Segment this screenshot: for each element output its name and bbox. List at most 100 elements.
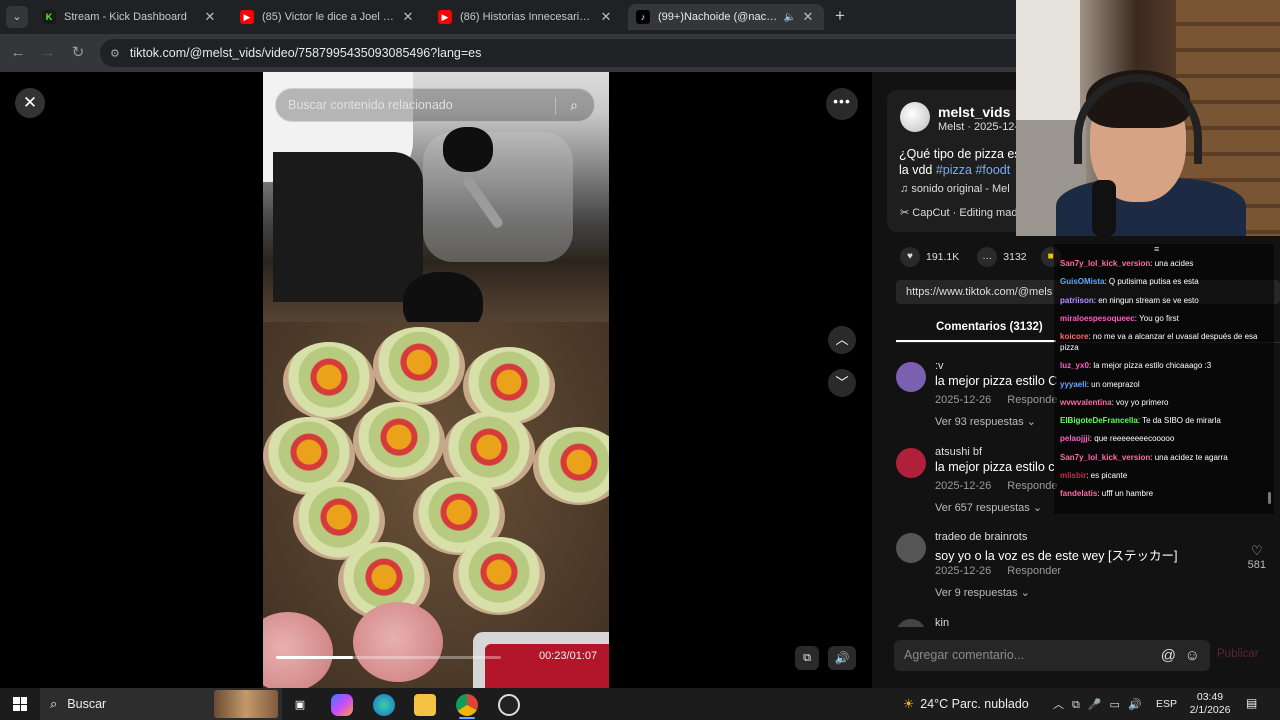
chat-username[interactable]: ElBigoteDeFrancella xyxy=(1060,416,1138,425)
chat-username[interactable]: mlisbir xyxy=(1060,471,1086,480)
tab-close-icon[interactable]: ✕ xyxy=(800,9,816,25)
chrome-icon[interactable] xyxy=(456,694,478,716)
more-options-button[interactable]: ••• xyxy=(826,88,858,120)
video-player[interactable] xyxy=(263,72,609,688)
chat-message: San7y_lol_kick_version: una acidez te ag… xyxy=(1060,452,1270,463)
close-video-button[interactable]: ✕ xyxy=(15,88,45,118)
commenter-name[interactable]: tradeo de brainrots xyxy=(935,531,1027,543)
chat-message: San7y_lol_kick_version: una acides xyxy=(1060,258,1270,269)
sound-name: sonido original - Mel xyxy=(911,183,1010,195)
chat-username[interactable]: fandelatis xyxy=(1060,489,1097,498)
tab-close-icon[interactable]: ✕ xyxy=(202,9,218,25)
chat-message: miraloespesoqueeс: You go first xyxy=(1060,313,1270,324)
windows-taskbar: ⌕ Buscar ▣ ☀ 24°C Parc. nublado ︿⧉🎤▭🔊 ESP… xyxy=(0,688,1280,720)
clock-time: 03:49 xyxy=(1196,691,1224,703)
chat-username[interactable]: San7y_lol_kick_version xyxy=(1060,453,1150,462)
reply-button[interactable]: Responde xyxy=(1007,480,1057,492)
edge-icon[interactable] xyxy=(373,694,395,716)
task-view-icon[interactable]: ▣ xyxy=(289,694,311,716)
copilot-icon[interactable] xyxy=(331,694,353,716)
youtube-icon: ▶ xyxy=(438,10,452,24)
volume-icon[interactable]: 🔊 xyxy=(828,646,856,670)
comment-date: 2025-12-26 xyxy=(935,480,992,492)
tab-youtube-2[interactable]: ▶ (86) Historias Innecesarias: VIH ✕ xyxy=(430,4,622,30)
picture-in-picture-icon[interactable]: ⧉ xyxy=(795,646,819,670)
comment-text: la mejor pizza estilo C xyxy=(935,374,1058,388)
capcut-link[interactable]: ✂ CapCut · Editing made xyxy=(900,206,1024,219)
url-text: tiktok.com/@melst_vids/video/75879954350… xyxy=(129,46,482,60)
commenter-avatar[interactable] xyxy=(896,448,926,478)
search-divider xyxy=(555,97,556,115)
site-info-icon[interactable]: ⚙ xyxy=(110,47,120,60)
chat-username[interactable]: patriison xyxy=(1060,296,1094,305)
commenter-avatar[interactable] xyxy=(896,533,926,563)
commenter-avatar[interactable] xyxy=(896,619,926,627)
chat-username[interactable]: yyyaeli xyxy=(1060,380,1087,389)
reply-button[interactable]: Responde xyxy=(1007,394,1057,406)
video-progress-bar[interactable] xyxy=(276,656,501,659)
search-icon[interactable]: ⌕ xyxy=(564,95,584,115)
comment-input[interactable]: Agregar comentario... @ ☺ xyxy=(894,640,1210,671)
comment-like-button[interactable]: ♡ 581 xyxy=(1248,543,1266,571)
chat-text: : Q putisima putisa es esta xyxy=(1104,277,1199,287)
chat-text: : ufff un hambre xyxy=(1097,489,1154,499)
chat-scrollbar[interactable] xyxy=(1268,492,1271,504)
chat-message: mlisbir: es picante xyxy=(1060,470,1270,481)
input-language[interactable]: ESP xyxy=(1156,698,1177,710)
emoji-icon[interactable]: ☺ xyxy=(1185,640,1200,671)
tab-comments[interactable]: Comentarios (3132) xyxy=(936,321,1043,333)
reload-icon[interactable]: ↻ xyxy=(68,43,88,63)
related-search-placeholder: Buscar contenido relacionado xyxy=(288,98,453,112)
chat-username[interactable]: miraloespesoqueeс xyxy=(1060,314,1135,323)
chat-username[interactable]: San7y_lol_kick_version xyxy=(1060,259,1150,268)
chat-text: : una acidez te agarra xyxy=(1150,452,1228,462)
next-video-button[interactable]: ﹀ xyxy=(828,369,856,397)
tab-title: (85) Victor le dice a Joel pero c xyxy=(262,11,396,23)
publish-button[interactable]: Publicar xyxy=(1217,648,1259,660)
tab-youtube-1[interactable]: ▶ (85) Victor le dice a Joel pero c ✕ xyxy=(232,4,424,30)
commenter-name[interactable]: :v xyxy=(935,360,944,372)
mention-icon[interactable]: @ xyxy=(1161,640,1176,671)
sound-link[interactable]: ♫ sonido original - Mel xyxy=(900,183,1010,195)
file-explorer-icon[interactable] xyxy=(414,694,436,716)
chat-username[interactable]: pelaojjji xyxy=(1060,434,1090,443)
view-replies-label: Ver 9 respuestas xyxy=(935,587,1018,599)
windows-start-icon[interactable] xyxy=(13,697,27,711)
obs-icon[interactable] xyxy=(498,694,520,716)
previous-video-button[interactable]: ︿ xyxy=(828,326,856,354)
weather-widget[interactable]: ☀ 24°C Parc. nublado xyxy=(903,696,1029,711)
tab-tiktok[interactable]: ♪ (99+)Nachoide (@nachoide 🔈 ✕ xyxy=(628,4,824,30)
chat-username[interactable]: koicore xyxy=(1060,332,1088,341)
view-replies-button[interactable]: Ver 9 respuestas ⌄ xyxy=(935,586,1030,599)
forward-icon[interactable]: → xyxy=(38,43,58,63)
system-tray-icons[interactable]: ︿⧉🎤▭🔊 xyxy=(1053,696,1150,712)
chat-text: : una acides xyxy=(1150,259,1194,268)
taskbar-search[interactable]: ⌕ Buscar xyxy=(40,688,282,720)
author-username[interactable]: melst_vids xyxy=(938,104,1010,120)
view-replies-button[interactable]: Ver 657 respuestas ⌄ xyxy=(935,501,1042,514)
reply-button[interactable]: Responder xyxy=(1007,565,1061,577)
comment-icon[interactable]: … xyxy=(977,247,998,267)
chat-username[interactable]: luz_yx0 xyxy=(1060,361,1089,370)
chat-username[interactable]: wvwvalentina xyxy=(1060,398,1112,407)
back-icon[interactable]: ← xyxy=(8,43,28,63)
tab-close-icon[interactable]: ✕ xyxy=(400,9,416,25)
taskbar-clock[interactable]: 03:49 2/1/2026 xyxy=(1186,691,1234,717)
tab-search-button[interactable]: ⌄ xyxy=(6,6,28,28)
video-progress-fill xyxy=(276,656,353,659)
notifications-icon[interactable]: ▤ xyxy=(1246,696,1257,710)
commenter-name[interactable]: atsushi bf xyxy=(935,446,982,458)
commenter-name[interactable]: kin xyxy=(935,617,949,627)
author-avatar[interactable] xyxy=(900,102,930,132)
heart-icon[interactable]: ♥ xyxy=(900,247,920,267)
tab-close-icon[interactable]: ✕ xyxy=(598,9,614,25)
tab-kick-dashboard[interactable]: K Stream - Kick Dashboard ✕ xyxy=(34,4,226,30)
chat-username[interactable]: GuisOMista xyxy=(1060,277,1104,286)
speaker-icon[interactable]: 🔈 xyxy=(784,12,796,23)
hashtag-link[interactable]: #foodt xyxy=(975,163,1010,177)
new-tab-button[interactable]: + xyxy=(830,6,850,26)
hashtag-link[interactable]: #pizza xyxy=(936,163,972,177)
view-replies-button[interactable]: Ver 93 respuestas ⌄ xyxy=(935,415,1036,428)
commenter-avatar[interactable] xyxy=(896,362,926,392)
related-search-input[interactable]: Buscar contenido relacionado ⌕ xyxy=(275,88,595,122)
